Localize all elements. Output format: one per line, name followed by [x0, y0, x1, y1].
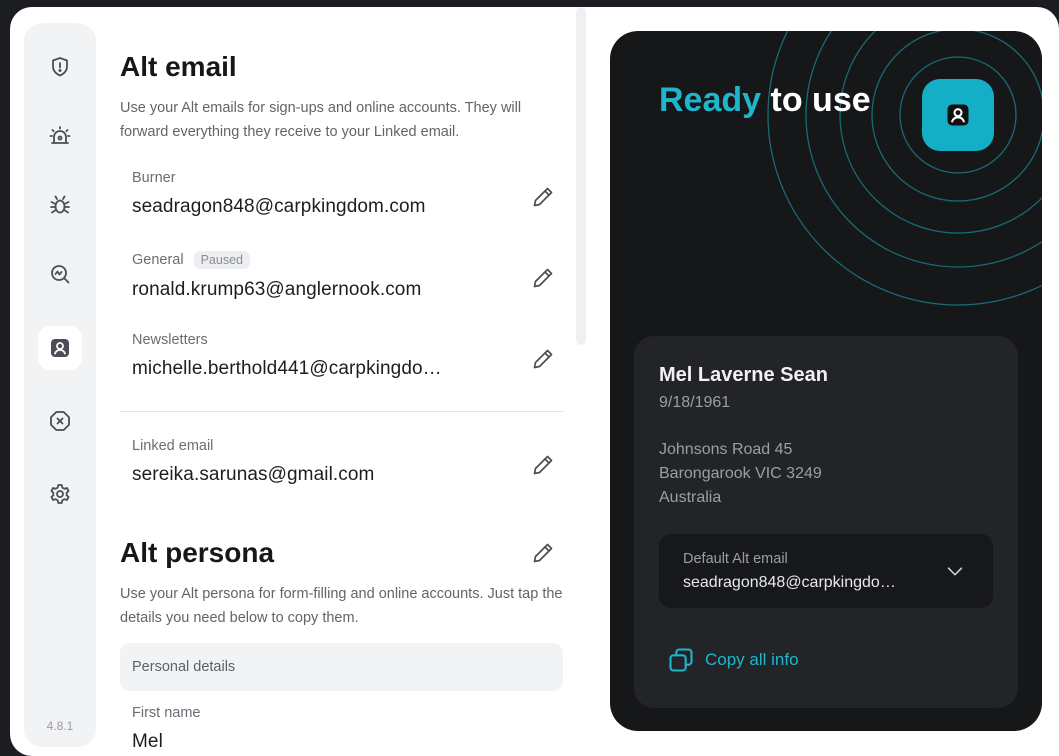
edit-general-button[interactable] — [526, 261, 560, 295]
persona-badge-icon — [947, 104, 969, 126]
first-name-entry[interactable]: First name Mel — [132, 705, 552, 753]
edit-newsletters-button[interactable] — [526, 342, 560, 376]
alt-email-label: Burner — [132, 170, 176, 186]
chevron-down-icon — [947, 567, 963, 576]
ready-heading: Ready to use — [659, 81, 871, 120]
blocked-icon — [50, 411, 70, 431]
persona-name[interactable]: Mel Laverne Sean — [659, 364, 828, 387]
default-alt-email-select[interactable]: Default Alt email seadragon848@carpkingd… — [659, 534, 993, 608]
copy-icon — [669, 648, 693, 672]
ready-card: Ready to use Mel Laverne Sean 9/18/1961 … — [610, 31, 1042, 731]
sidebar-item-bug[interactable] — [38, 183, 82, 227]
alt-email-description: Use your Alt emails for sign-ups and onl… — [120, 100, 522, 140]
sidebar-item-blocked[interactable] — [38, 399, 82, 443]
alarm-light-icon — [49, 126, 71, 144]
pencil-icon — [533, 349, 553, 369]
sidebar-item-monitor[interactable] — [38, 252, 82, 296]
settings-icon — [50, 484, 70, 504]
content-scrollbar[interactable] — [576, 7, 586, 345]
persona-icon — [51, 339, 69, 357]
address-line-1[interactable]: Johnsons Road 45 — [659, 441, 792, 459]
app-version: 4.8.1 — [46, 719, 74, 733]
alt-email-value[interactable]: ronald.krump63@anglernook.com — [132, 279, 552, 301]
sidebar-item-shield[interactable] — [38, 45, 82, 89]
edit-burner-button[interactable] — [526, 180, 560, 214]
linked-email-entry[interactable]: Linked email sereika.sarunas@gmail.com — [132, 438, 552, 486]
alt-email-value[interactable]: michelle.berthold441@carpkingdo… — [132, 358, 552, 380]
edit-persona-button[interactable] — [526, 536, 560, 570]
alt-persona-title: Alt persona — [120, 537, 275, 568]
persona-avatar — [922, 79, 994, 151]
sidebar-item-settings[interactable] — [38, 472, 82, 516]
radar-rings-graphic — [767, 31, 1042, 306]
ready-rest-text: to use — [761, 81, 871, 119]
default-alt-email-label: Default Alt email — [683, 551, 788, 567]
linked-email-label: Linked email — [132, 438, 214, 454]
pencil-icon — [533, 187, 553, 207]
sidebar-item-persona[interactable] — [38, 326, 82, 370]
app-window: 4.8.1 Alt email Use your Alt emails for … — [10, 7, 1059, 756]
address-line-3[interactable]: Australia — [659, 489, 721, 507]
first-name-label: First name — [132, 705, 201, 721]
ready-accent-text: Ready — [659, 81, 762, 119]
section-divider — [120, 411, 564, 412]
pencil-icon — [533, 268, 553, 288]
persona-info-box: Mel Laverne Sean 9/18/1961 Johnsons Road… — [634, 336, 1018, 708]
alt-email-entry[interactable]: Newsletters michelle.berthold441@carpkin… — [132, 332, 552, 380]
alt-persona-description: Use your Alt persona for form-filling an… — [120, 586, 563, 626]
sidebar-item-alarm[interactable] — [38, 114, 82, 158]
alt-email-title: Alt email — [120, 51, 237, 82]
pencil-icon — [533, 455, 553, 475]
alt-email-entry[interactable]: Burner seadragon848@carpkingdom.com — [132, 170, 552, 218]
default-alt-email-value: seadragon848@carpkingdo… — [683, 574, 896, 591]
alt-email-value[interactable]: seadragon848@carpkingdom.com — [132, 196, 552, 218]
bug-icon — [50, 195, 70, 214]
copy-all-info-button[interactable]: Copy all info — [667, 646, 799, 674]
alt-email-label: Newsletters — [132, 332, 208, 348]
shield-icon — [52, 57, 68, 77]
main-content: Alt email Use your Alt emails for sign-u… — [120, 7, 570, 756]
address-line-2[interactable]: Barongarook VIC 3249 — [659, 465, 822, 483]
alt-email-entry[interactable]: General Paused ronald.krump63@anglernook… — [132, 251, 552, 301]
copy-all-info-label: Copy all info — [705, 650, 799, 669]
edit-linked-email-button[interactable] — [526, 448, 560, 482]
personal-details-header: Personal details — [120, 643, 563, 691]
first-name-value[interactable]: Mel — [132, 731, 552, 753]
sidebar: 4.8.1 — [24, 23, 96, 747]
linked-email-value[interactable]: sereika.sarunas@gmail.com — [132, 464, 552, 486]
search-monitor-icon — [51, 265, 70, 284]
alt-email-label: General — [132, 252, 184, 268]
pencil-icon — [533, 543, 553, 563]
paused-badge: Paused — [193, 251, 250, 269]
persona-dob[interactable]: 9/18/1961 — [659, 394, 730, 412]
